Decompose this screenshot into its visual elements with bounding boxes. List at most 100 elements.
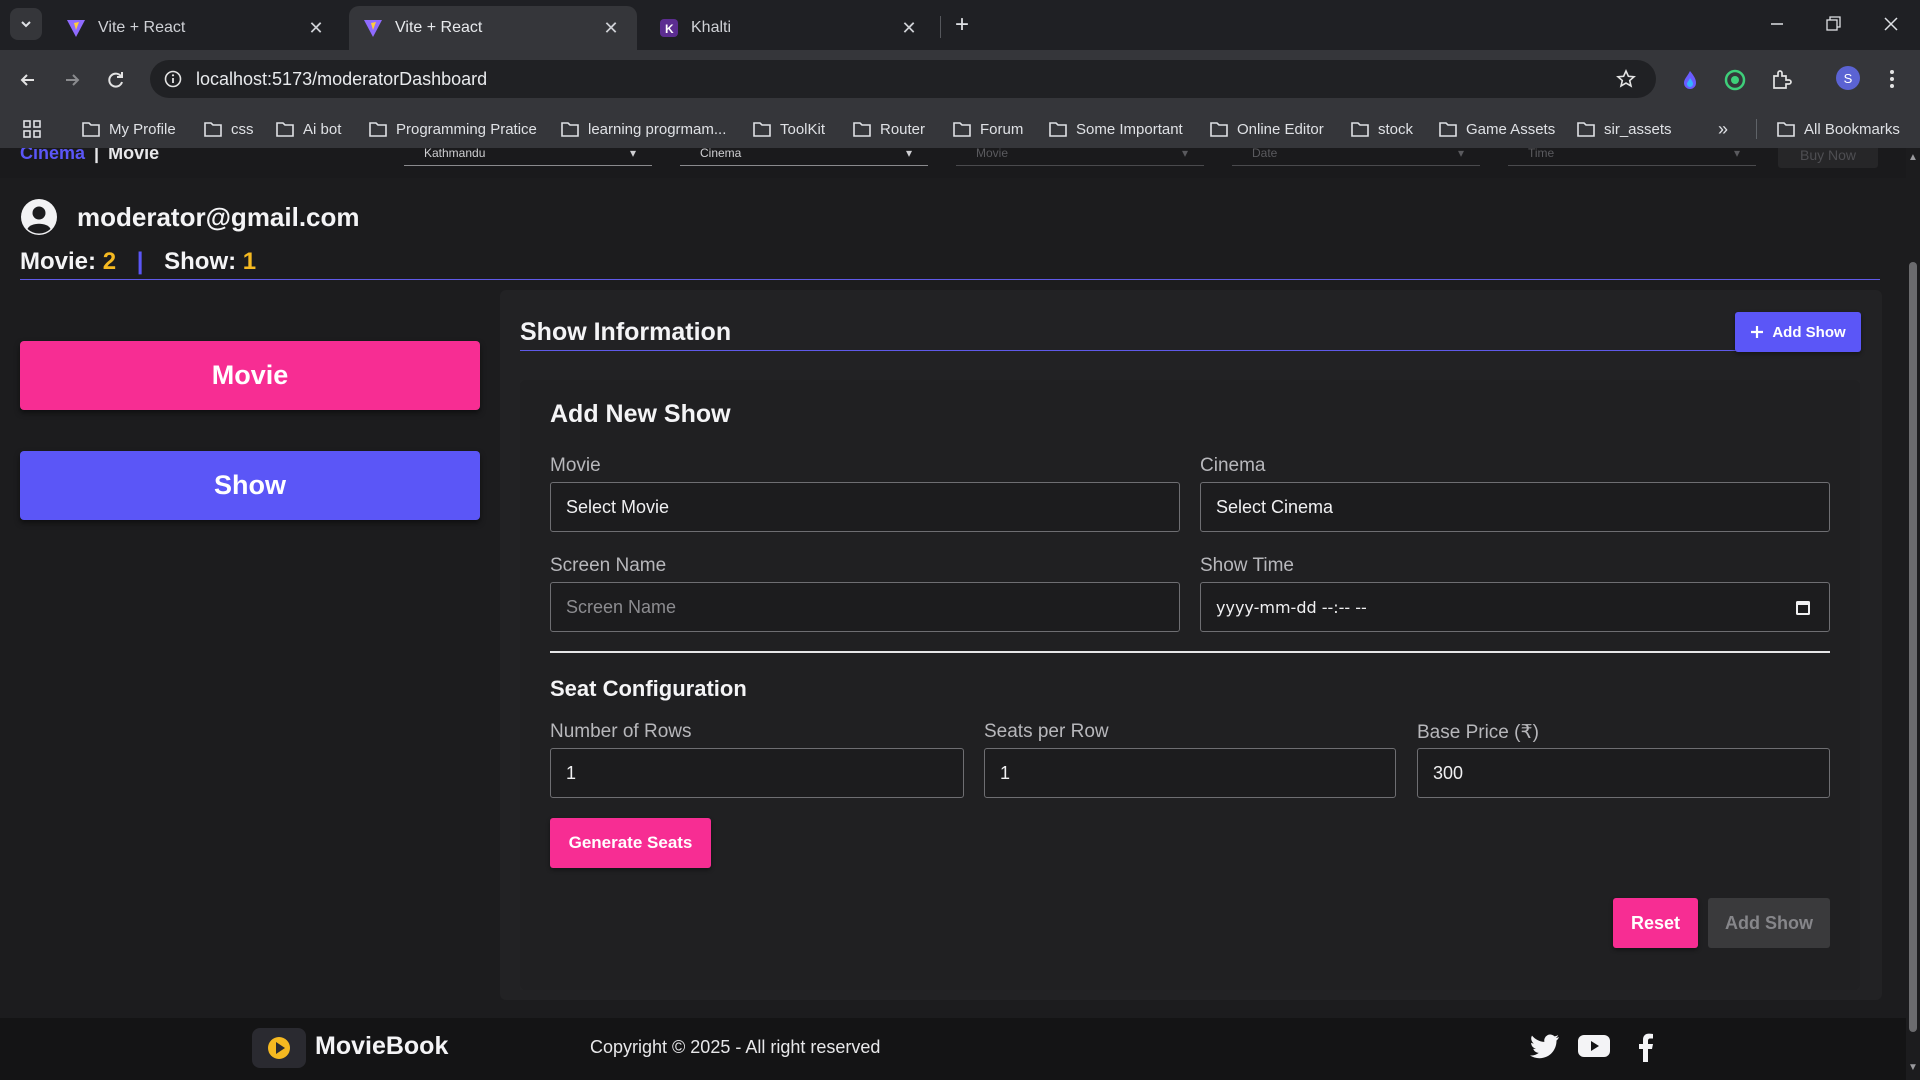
extension-flame-icon[interactable] (1679, 69, 1701, 96)
folder-icon (1777, 122, 1795, 137)
restore-button[interactable] (1818, 12, 1848, 36)
folder-icon (753, 122, 771, 137)
bookmark-learning[interactable]: learning progrmam... (560, 116, 726, 142)
location-select[interactable]: Kathmandu ▾ (404, 148, 652, 166)
movie-select[interactable]: Movie ▾ (956, 148, 1204, 166)
breadcrumb-movie[interactable]: Movie (108, 148, 159, 163)
close-tab-icon[interactable]: ✕ (306, 18, 326, 39)
all-bookmarks-button[interactable]: All Bookmarks (1776, 116, 1900, 142)
base-price-input[interactable]: 300 (1417, 748, 1830, 798)
forward-button[interactable] (56, 64, 88, 96)
page-scrollbar[interactable]: ▲ ▼ (1906, 148, 1920, 1080)
address-bar[interactable]: localhost:5173/moderatorDashboard (150, 60, 1656, 98)
screen-name-label: Screen Name (550, 555, 667, 576)
bookmark-programming-pratice[interactable]: Programming Pratice (368, 116, 537, 142)
form-title: Add New Show (550, 400, 731, 428)
folder-icon (853, 122, 871, 137)
minimize-button[interactable] (1762, 12, 1792, 36)
close-tab-icon[interactable]: ✕ (899, 18, 919, 39)
bookmark-game-assets[interactable]: Game Assets (1438, 116, 1555, 142)
back-button[interactable] (12, 64, 44, 96)
user-email: moderator@gmail.com (77, 202, 360, 232)
top-navigation: Cinema | Movie Kathmandu ▾ Cinema ▾ Movie ▾… (0, 148, 1906, 178)
tab-divider (940, 16, 941, 38)
scrollbar-thumb[interactable] (1909, 262, 1917, 1032)
tab-title: Khalti (691, 19, 732, 36)
extensions-puzzle-icon[interactable] (1770, 68, 1792, 95)
facebook-icon[interactable] (1636, 1032, 1654, 1062)
close-icon (1884, 17, 1898, 31)
bookmark-online-editor[interactable]: Online Editor (1209, 116, 1324, 142)
date-select[interactable]: Date ▾ (1232, 148, 1480, 166)
add-show-header-button[interactable]: Add Show (1735, 312, 1861, 352)
new-tab-button[interactable]: + (948, 11, 976, 39)
show-count: 1 (242, 248, 257, 275)
base-price-label: Base Price (₹) (1417, 722, 1539, 743)
close-window-button[interactable] (1876, 12, 1906, 36)
stats-divider: | (136, 248, 144, 275)
bookmark-my-profile[interactable]: My Profile (81, 116, 176, 142)
chevron-down-icon (21, 21, 31, 28)
bookmarks-bar: My Profile css Ai bot Programming Pratic… (0, 110, 1920, 148)
sidebar-movie-button[interactable]: Movie (20, 341, 480, 410)
screen-name-input[interactable]: Screen Name (550, 582, 1180, 632)
close-tab-icon[interactable]: ✕ (601, 18, 621, 39)
folder-icon (953, 122, 971, 137)
cinema-select-field[interactable]: Select Cinema (1200, 482, 1830, 532)
cinema-select[interactable]: Cinema ▾ (680, 148, 928, 166)
tab-khalti[interactable]: K Khalti ✕ (645, 6, 935, 50)
site-info-icon[interactable] (164, 70, 182, 88)
tab-title: Vite + React (98, 19, 186, 36)
tab-vite-2[interactable]: Vite + React ✕ (349, 6, 637, 50)
bookmark-toolkit[interactable]: ToolKit (752, 116, 825, 142)
rows-input[interactable]: 1 (550, 748, 964, 798)
tab-search-button[interactable] (10, 8, 42, 40)
generate-seats-button[interactable]: Generate Seats (550, 818, 711, 868)
reset-button[interactable]: Reset (1613, 898, 1698, 948)
bookmark-router[interactable]: Router (852, 116, 925, 142)
show-time-input[interactable]: yyyy-mm-dd --:-- -- (1200, 582, 1830, 632)
breadcrumb-cinema[interactable]: Cinema (20, 148, 85, 163)
seats-per-row-input[interactable]: 1 (984, 748, 1396, 798)
time-select[interactable]: Time ▾ (1508, 148, 1756, 166)
bookmark-ai-bot[interactable]: Ai bot (275, 116, 341, 142)
folder-icon (1577, 122, 1595, 137)
bookmark-some-important[interactable]: Some Important (1048, 116, 1183, 142)
minimize-icon (1771, 23, 1783, 25)
seats-per-row-label: Seats per Row (984, 721, 1109, 742)
movie-select-field[interactable]: Select Movie (550, 482, 1180, 532)
browser-toolbar: localhost:5173/moderatorDashboard S (0, 50, 1920, 110)
movie-count: 2 (102, 248, 117, 275)
youtube-icon[interactable] (1578, 1034, 1610, 1058)
bookmark-sir-assets[interactable]: sir_assets (1576, 116, 1672, 142)
scroll-up-icon[interactable]: ▲ (1908, 152, 1918, 163)
bookmarks-divider (1756, 119, 1757, 139)
add-show-submit-button[interactable]: Add Show (1708, 898, 1830, 948)
browser-tab-strip: Vite + React ✕ Vite + React ✕ K Khalti ✕… (0, 0, 1920, 50)
sidebar-show-button[interactable]: Show (20, 451, 480, 520)
twitter-icon[interactable] (1530, 1034, 1560, 1060)
star-icon[interactable] (1616, 69, 1636, 89)
bookmark-forum[interactable]: Forum (952, 116, 1023, 142)
scroll-down-icon[interactable]: ▼ (1908, 1062, 1918, 1073)
browser-menu-icon[interactable] (1884, 66, 1900, 92)
tab-title: Vite + React (395, 19, 483, 36)
url-text: localhost:5173/moderatorDashboard (196, 69, 488, 89)
folder-icon (1439, 122, 1457, 137)
cinema-field-label: Cinema (1200, 455, 1266, 476)
arrow-left-icon (20, 74, 34, 86)
more-bookmarks-button[interactable]: » (1718, 116, 1728, 142)
profile-avatar[interactable]: S (1836, 66, 1860, 90)
form-section-divider (550, 651, 1830, 653)
bookmark-stock[interactable]: stock (1350, 116, 1413, 142)
plus-icon (1751, 326, 1764, 338)
reload-button[interactable] (100, 64, 132, 96)
tab-vite-1[interactable]: Vite + React ✕ (52, 6, 342, 50)
bookmark-css[interactable]: css (203, 116, 254, 142)
buy-now-button[interactable]: Buy Now (1778, 148, 1878, 168)
header-divider (20, 279, 1880, 280)
apps-grid-icon[interactable] (22, 116, 50, 142)
calendar-icon[interactable] (1795, 599, 1811, 616)
chevron-down-icon: ▾ (1733, 148, 1740, 160)
extension-target-icon[interactable] (1724, 69, 1746, 96)
